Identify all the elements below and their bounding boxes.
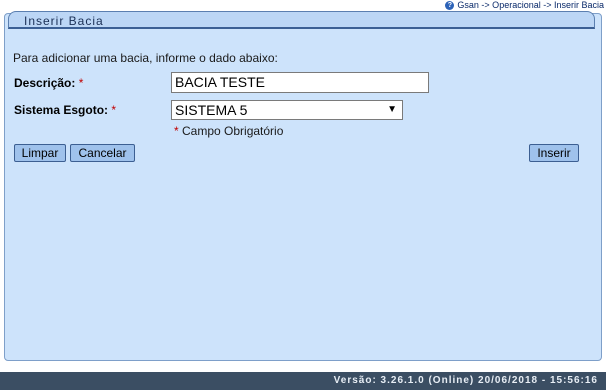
breadcrumb-text: Gsan -> Operacional -> Inserir Bacia: [457, 0, 604, 10]
sistema-esgoto-value: SISTEMA 5: [175, 102, 248, 118]
help-icon[interactable]: ?: [445, 0, 455, 10]
descricao-label-text: Descrição:: [14, 76, 76, 90]
page-title: Inserir Bacia: [24, 14, 104, 28]
sistema-esgoto-label-text: Sistema Esgoto:: [14, 103, 109, 117]
form-panel: [4, 13, 602, 361]
breadcrumb: ? Gsan -> Operacional -> Inserir Bacia: [445, 0, 604, 10]
limpar-button[interactable]: Limpar: [14, 144, 66, 162]
inserir-button[interactable]: Inserir: [529, 144, 579, 162]
descricao-label: Descrição: *: [14, 76, 83, 90]
mandatory-note: * Campo Obrigatório: [174, 124, 283, 138]
form-intro: Para adicionar uma bacia, informe o dado…: [13, 51, 278, 65]
panel-tab: Inserir Bacia: [8, 11, 595, 29]
sistema-esgoto-select[interactable]: SISTEMA 5 ▼: [171, 100, 403, 120]
chevron-down-icon[interactable]: ▼: [387, 101, 397, 119]
cancelar-button[interactable]: Cancelar: [70, 144, 135, 162]
mandatory-text: Campo Obrigatório: [182, 124, 284, 138]
sistema-esgoto-label: Sistema Esgoto: *: [14, 103, 116, 117]
version-footer: Versão: 3.26.1.0 (Online) 20/06/2018 - 1…: [0, 372, 606, 390]
required-mark: *: [174, 124, 179, 138]
required-mark: *: [111, 103, 117, 117]
descricao-input[interactable]: BACIA TESTE: [171, 72, 429, 93]
required-mark: *: [78, 76, 84, 90]
